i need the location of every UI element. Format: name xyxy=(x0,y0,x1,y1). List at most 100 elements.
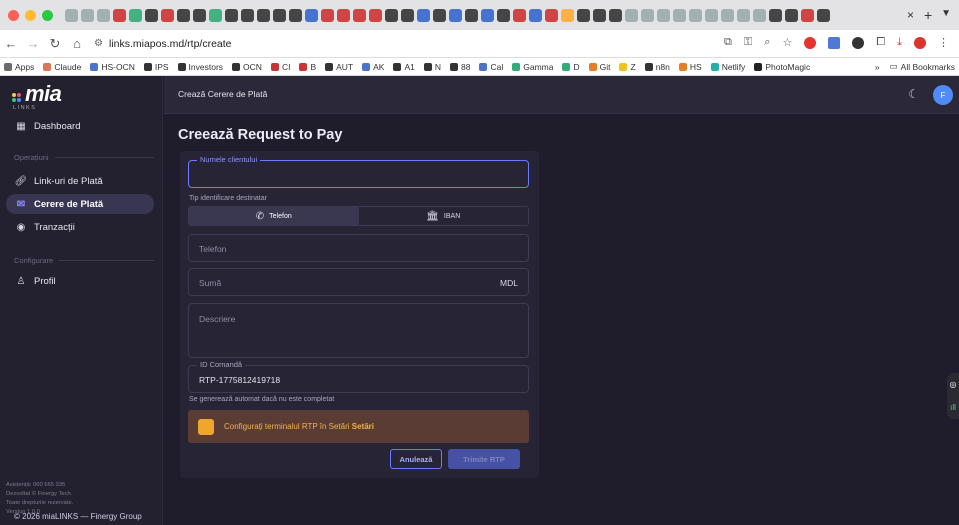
sidebar-item-profile[interactable]: ♙ Profil xyxy=(6,271,154,291)
url-field[interactable]: ⚙ links.miapos.md/rtp/create xyxy=(94,34,232,54)
pinned-tab-favicon-icon[interactable] xyxy=(625,8,638,22)
bookmark-item[interactable]: PhotoMagic xyxy=(754,62,810,72)
sidebar-item-dashboard[interactable]: ▦ Dashboard xyxy=(6,116,154,136)
pinned-tab-favicon-icon[interactable] xyxy=(705,8,718,22)
pinned-tab-favicon-icon[interactable] xyxy=(81,8,94,22)
pinned-tab-favicon-icon[interactable] xyxy=(385,8,398,22)
cancel-button[interactable]: Anulează xyxy=(390,449,442,469)
pinned-tab-favicon-icon[interactable] xyxy=(545,8,558,22)
pinned-tab-favicon-icon[interactable] xyxy=(481,8,494,22)
bookmark-item[interactable]: n8n xyxy=(644,62,670,72)
forward-arrow-icon[interactable]: → xyxy=(22,36,44,51)
bookmark-item[interactable]: AK xyxy=(362,62,384,72)
pinned-tab-favicon-icon[interactable] xyxy=(401,8,414,22)
pinned-tab-favicon-icon[interactable] xyxy=(529,8,542,22)
url-text[interactable]: links.miapos.md/rtp/create xyxy=(109,38,232,50)
theme-toggle-icon[interactable]: ☾ xyxy=(908,87,919,101)
pinned-tab-favicon-icon[interactable] xyxy=(721,8,734,22)
bookmark-item[interactable]: OCN xyxy=(232,62,262,72)
pinned-tab-favicon-icon[interactable] xyxy=(161,8,174,22)
profile-avatar-icon[interactable] xyxy=(914,36,926,49)
phone-field[interactable]: Telefon xyxy=(188,234,529,262)
bookmark-item[interactable]: 88 xyxy=(450,62,470,72)
minimize-window-button[interactable] xyxy=(25,9,36,21)
pinned-tab-favicon-icon[interactable] xyxy=(657,8,670,22)
extension-icon[interactable] xyxy=(828,36,841,49)
pinned-tab-favicon-icon[interactable] xyxy=(65,8,78,22)
pinned-tab-favicon-icon[interactable] xyxy=(257,8,270,22)
maximize-window-button[interactable] xyxy=(42,9,53,21)
client-name-field[interactable]: Numele clientului xyxy=(188,155,529,188)
pinned-tab-favicon-icon[interactable] xyxy=(737,8,750,22)
close-window-button[interactable] xyxy=(8,9,19,21)
back-arrow-icon[interactable]: ← xyxy=(0,36,22,51)
tab-list-chevron-icon[interactable]: ▼ xyxy=(941,8,951,19)
pinned-tab-favicon-icon[interactable] xyxy=(769,8,782,22)
bookmark-item[interactable]: Apps xyxy=(4,62,34,72)
pinned-tab-favicon-icon[interactable] xyxy=(193,8,206,22)
pinned-tab-favicon-icon[interactable] xyxy=(97,8,110,22)
install-icon[interactable]: ⧉ xyxy=(724,36,732,49)
pinned-tab-favicon-icon[interactable] xyxy=(225,8,238,22)
pinned-tab-favicon-icon[interactable] xyxy=(209,8,222,22)
toggle-phone[interactable]: ✆ Telefon xyxy=(189,207,359,225)
pinned-tab-favicon-icon[interactable] xyxy=(817,8,830,22)
bookmark-item[interactable]: CI xyxy=(270,62,290,72)
pinned-tab-favicon-icon[interactable] xyxy=(321,8,334,22)
bookmark-item[interactable]: A1 xyxy=(393,62,415,72)
bookmark-item[interactable]: AUT xyxy=(325,62,353,72)
zoom-icon[interactable]: ⌕ xyxy=(764,36,770,49)
pinned-tab-favicon-icon[interactable] xyxy=(641,8,654,22)
reload-icon[interactable]: ↻ xyxy=(44,36,66,52)
bookmark-item[interactable]: HS xyxy=(678,62,702,72)
amount-field[interactable]: Sumă MDL xyxy=(188,268,529,296)
pinned-tab-favicon-icon[interactable] xyxy=(577,8,590,22)
pinned-tab-favicon-icon[interactable] xyxy=(241,8,254,22)
pinned-tab-favicon-icon[interactable] xyxy=(177,8,190,22)
pinned-tab-favicon-icon[interactable] xyxy=(465,8,478,22)
download-icon[interactable]: ⤓ xyxy=(897,36,902,49)
bookmark-item[interactable]: Z xyxy=(619,62,636,72)
pinned-tab-favicon-icon[interactable] xyxy=(273,8,286,22)
toggle-iban[interactable]: 🏛︎ IBAN xyxy=(359,207,529,225)
settings-link[interactable]: Setări xyxy=(352,422,374,431)
extensions-puzzle-icon[interactable]: ⧠ xyxy=(876,36,885,49)
pinned-tab-favicon-icon[interactable] xyxy=(673,8,686,22)
sidebar-item-payment-request[interactable]: ✉ Cerere de Plată xyxy=(6,194,154,214)
pinned-tab-favicon-icon[interactable] xyxy=(337,8,350,22)
password-key-icon[interactable]: ⚿ xyxy=(744,36,752,49)
bookmark-item[interactable]: B xyxy=(299,62,316,72)
pinned-tab-favicon-icon[interactable] xyxy=(753,8,766,22)
bookmark-item[interactable]: Git xyxy=(588,62,610,72)
bookmark-item[interactable]: N xyxy=(423,62,441,72)
all-bookmarks-button[interactable]: ▭ All Bookmarks xyxy=(890,61,955,72)
pinned-tab-favicon-icon[interactable] xyxy=(305,8,318,22)
pinned-tab-favicon-icon[interactable] xyxy=(609,8,622,22)
floating-widget[interactable]: ◎ ıll xyxy=(947,373,959,419)
avatar[interactable]: F xyxy=(933,85,953,105)
description-field[interactable]: Descriere xyxy=(188,303,529,358)
bookmark-item[interactable]: Gamma xyxy=(512,62,553,72)
pinned-tab-favicon-icon[interactable] xyxy=(785,8,798,22)
browser-menu-icon[interactable]: ⋮ xyxy=(938,36,949,49)
pinned-tab-favicon-icon[interactable] xyxy=(449,8,462,22)
bookmark-item[interactable]: D xyxy=(562,62,580,72)
pinned-tab-favicon-icon[interactable] xyxy=(417,8,430,22)
pinned-tab-favicon-icon[interactable] xyxy=(689,8,702,22)
pinned-tab-favicon-icon[interactable] xyxy=(593,8,606,22)
sidebar-item-payment-links[interactable]: 🔗︎ Link-uri de Plată xyxy=(6,171,154,191)
bookmarks-overflow-button[interactable]: » xyxy=(875,62,880,72)
pinned-tab-favicon-icon[interactable] xyxy=(353,8,366,22)
bookmark-star-icon[interactable]: ☆ xyxy=(782,36,792,49)
mia-logo[interactable]: mia xyxy=(12,83,62,105)
bookmark-item[interactable]: IPS xyxy=(143,62,169,72)
pinned-tab-favicon-icon[interactable] xyxy=(497,8,510,22)
pinned-tab-favicon-icon[interactable] xyxy=(289,8,302,22)
pinned-tab-favicon-icon[interactable] xyxy=(801,8,814,22)
extension-shield-icon[interactable] xyxy=(852,36,865,49)
pinned-tab-favicon-icon[interactable] xyxy=(513,8,526,22)
sidebar-item-transactions[interactable]: ◉ Tranzacții xyxy=(6,217,154,237)
pinned-tab-favicon-icon[interactable] xyxy=(433,8,446,22)
pinned-tab-favicon-icon[interactable] xyxy=(369,8,382,22)
pinned-tab-favicon-icon[interactable] xyxy=(129,8,142,22)
